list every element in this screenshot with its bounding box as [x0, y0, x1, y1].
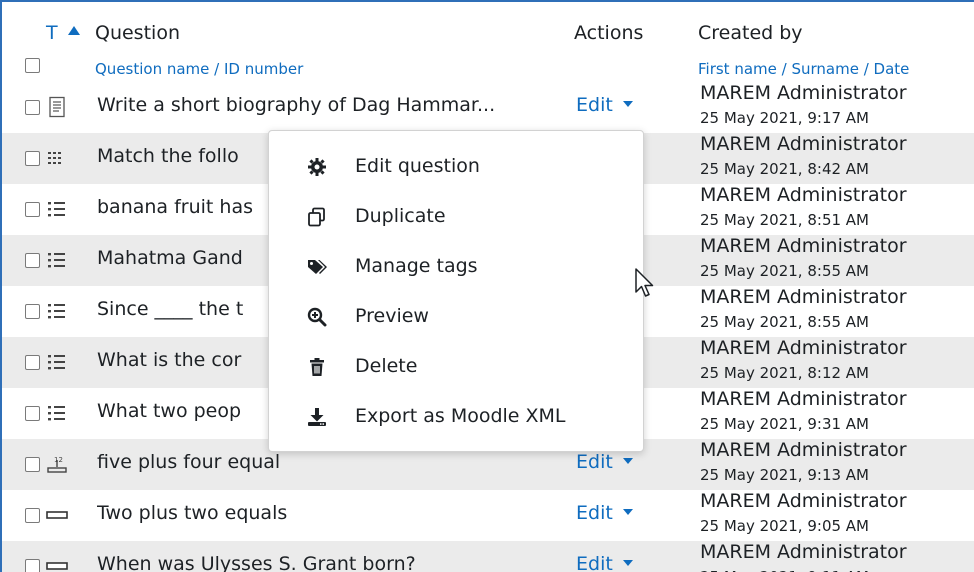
creator-name: MAREM Administrator: [700, 286, 907, 308]
sort-ascending-icon: [67, 26, 80, 35]
created-date: 25 May 2021, 8:55 AM: [700, 262, 869, 280]
type-header-label: T: [46, 22, 58, 44]
multichoice-icon: [48, 406, 65, 421]
download-icon: [308, 408, 326, 426]
question-name: five plus four equal: [97, 451, 281, 473]
menu-item-duplicate[interactable]: Duplicate: [269, 193, 643, 243]
created-date: 25 May 2021, 9:05 AM: [700, 517, 869, 535]
creator-name: MAREM Administrator: [700, 337, 907, 359]
actions-dropdown-menu: Edit question Duplicate Manage tags Prev…: [268, 130, 644, 452]
matching-icon: [48, 152, 61, 164]
edit-label: Edit: [576, 502, 613, 524]
creator-name: MAREM Administrator: [700, 388, 907, 410]
menu-item-edit-question[interactable]: Edit question: [269, 143, 643, 193]
creator-name: MAREM Administrator: [700, 235, 907, 257]
created-date: 25 May 2021, 8:55 AM: [700, 313, 869, 331]
edit-label: Edit: [576, 94, 613, 116]
tags-icon: [308, 260, 327, 274]
question-column-header[interactable]: Question: [95, 22, 180, 44]
menu-item-label: Edit question: [355, 155, 480, 177]
question-name: Write a short biography of Dag Hammar...: [97, 94, 496, 116]
row-checkbox[interactable]: [25, 253, 40, 268]
created-date: 25 May 2021, 9:31 AM: [700, 415, 869, 433]
chevron-down-icon: [622, 559, 633, 566]
created-date: 25 May 2021, 9:17 AM: [700, 109, 869, 127]
shortanswer-icon: [46, 562, 68, 570]
creator-name: MAREM Administrator: [700, 490, 907, 512]
row-checkbox[interactable]: [25, 406, 40, 421]
table-row: When was Ulysses S. Grant born? Edit MAREM…: [2, 541, 974, 572]
creator-name: MAREM Administrator: [700, 184, 907, 206]
edit-actions-toggle[interactable]: Edit: [576, 451, 633, 473]
gear-icon: [308, 158, 326, 176]
chevron-down-icon: [622, 508, 633, 515]
menu-item-label: Duplicate: [355, 205, 446, 227]
row-checkbox[interactable]: [25, 151, 40, 166]
created-date: 25 May 2021, 8:12 AM: [700, 364, 869, 382]
creator-sort-link[interactable]: First name / Surname / Date: [698, 60, 909, 78]
numerical-icon: 12: [47, 456, 67, 473]
row-checkbox[interactable]: [25, 202, 40, 217]
creator-name: MAREM Administrator: [700, 133, 907, 155]
created-date: 25 May 2021, 9:13 AM: [700, 466, 869, 484]
table-row: Two plus two equals Edit MAREM Administrat…: [2, 490, 974, 541]
row-checkbox[interactable]: [25, 304, 40, 319]
chevron-down-icon: [622, 100, 633, 107]
type-column-header[interactable]: T: [46, 22, 80, 44]
edit-label: Edit: [576, 553, 613, 572]
row-checkbox[interactable]: [25, 559, 40, 572]
chevron-down-icon: [622, 457, 633, 464]
edit-actions-toggle[interactable]: Edit: [576, 553, 633, 572]
edit-actions-toggle[interactable]: Edit: [576, 502, 633, 524]
multichoice-icon: [48, 202, 65, 217]
question-name: Two plus two equals: [97, 502, 288, 524]
menu-item-preview[interactable]: Preview: [269, 293, 643, 343]
question-name-sort-link[interactable]: Question name / ID number: [95, 60, 303, 78]
select-all-checkbox[interactable]: [25, 58, 40, 73]
creator-name: MAREM Administrator: [700, 541, 907, 563]
menu-item-export-xml[interactable]: Export as Moodle XML: [269, 393, 643, 443]
creator-name: MAREM Administrator: [700, 82, 907, 104]
svg-text:12: 12: [54, 456, 63, 464]
edit-label: Edit: [576, 451, 613, 473]
shortanswer-icon: [46, 511, 68, 519]
edit-actions-toggle[interactable]: Edit: [576, 94, 633, 116]
question-name: When was Ulysses S. Grant born?: [97, 553, 416, 572]
table-row: Write a short biography of Dag Hammar...…: [2, 82, 974, 133]
menu-item-manage-tags[interactable]: Manage tags: [269, 243, 643, 293]
actions-column-header: Actions: [574, 22, 644, 44]
created-by-column-header[interactable]: Created by: [698, 22, 803, 44]
menu-item-label: Manage tags: [355, 255, 478, 277]
row-checkbox[interactable]: [25, 508, 40, 523]
menu-item-delete[interactable]: Delete: [269, 343, 643, 393]
multichoice-icon: [48, 355, 65, 370]
essay-icon: [49, 96, 65, 118]
menu-item-label: Delete: [355, 355, 418, 377]
search-plus-icon: [307, 307, 327, 327]
mouse-cursor-icon: [635, 268, 654, 297]
row-checkbox[interactable]: [25, 355, 40, 370]
copy-icon: [308, 207, 325, 227]
multichoice-icon: [48, 304, 65, 319]
multichoice-icon: [48, 253, 65, 268]
menu-item-label: Preview: [355, 305, 429, 327]
trash-icon: [310, 358, 324, 376]
created-date: 25 May 2021, 8:42 AM: [700, 160, 869, 178]
row-checkbox[interactable]: [25, 457, 40, 472]
menu-item-label: Export as Moodle XML: [355, 405, 566, 427]
created-date: 25 May 2021, 8:51 AM: [700, 211, 869, 229]
created-date: 25 May 2021, 9:11 AM: [700, 568, 869, 572]
creator-name: MAREM Administrator: [700, 439, 907, 461]
row-checkbox[interactable]: [25, 100, 40, 115]
